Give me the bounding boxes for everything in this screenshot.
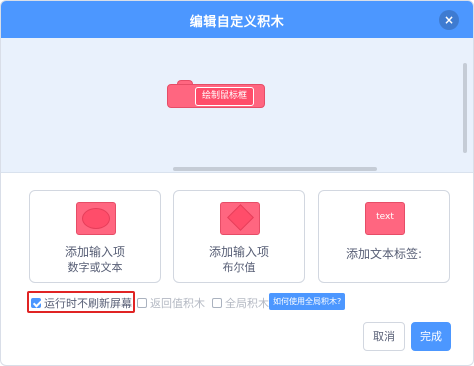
global-block-checkbox[interactable]: 全局积木 xyxy=(212,295,269,310)
block-preview-workspace: 绘制鼠标框 xyxy=(1,38,473,173)
oval-input-icon xyxy=(76,202,116,235)
card-title: 添加文本标签: xyxy=(345,247,423,261)
dialog-title: 编辑自定义积木 xyxy=(189,15,285,30)
card-title: 添加输入项 xyxy=(208,245,269,259)
close-icon: × xyxy=(443,13,455,27)
checkbox-checked-icon xyxy=(31,298,41,308)
checkbox-label: 返回值积木 xyxy=(150,297,205,310)
global-block-help-button[interactable]: 如何使用全局积木? xyxy=(269,293,346,310)
cancel-button[interactable]: 取消 xyxy=(363,322,405,351)
edit-custom-block-dialog: 编辑自定义积木 × 绘制鼠标框 添加输入项 数字或文本 添加输入项 布尔值 te… xyxy=(0,0,474,366)
card-subtitle: 数字或文本 xyxy=(67,261,123,274)
vertical-scrollbar[interactable] xyxy=(463,63,467,153)
card-subtitle: 布尔值 xyxy=(222,261,256,274)
checkbox-icon xyxy=(137,298,147,308)
checkbox-icon xyxy=(212,298,222,308)
dialog-header: 编辑自定义积木 × xyxy=(1,1,473,38)
custom-block-preview[interactable]: 绘制鼠标框 xyxy=(167,80,265,108)
horizontal-scrollbar[interactable] xyxy=(173,167,377,171)
diamond-shape xyxy=(227,204,254,231)
text-label-icon: text xyxy=(365,202,405,235)
oval-shape xyxy=(82,208,110,229)
close-button[interactable]: × xyxy=(439,10,459,30)
return-value-checkbox[interactable]: 返回值积木 xyxy=(137,295,205,310)
card-title: 添加输入项 xyxy=(64,245,125,259)
text-icon-label: text xyxy=(376,212,394,222)
done-button[interactable]: 完成 xyxy=(411,322,451,351)
block-name-field[interactable]: 绘制鼠标框 xyxy=(195,87,255,106)
add-number-text-input-card[interactable]: 添加输入项 数字或文本 xyxy=(29,190,161,283)
checkbox-label: 运行时不刷新屏幕 xyxy=(44,297,132,310)
checkbox-label: 全局积木 xyxy=(225,297,269,310)
block-options-row: 运行时不刷新屏幕 返回值积木 全局积木 如何使用全局积木? xyxy=(27,291,387,313)
run-without-refresh-checkbox[interactable]: 运行时不刷新屏幕 xyxy=(31,295,132,310)
diamond-input-icon xyxy=(220,202,260,235)
add-boolean-input-card[interactable]: 添加输入项 布尔值 xyxy=(173,190,305,283)
add-text-label-card[interactable]: text 添加文本标签: xyxy=(318,190,450,283)
